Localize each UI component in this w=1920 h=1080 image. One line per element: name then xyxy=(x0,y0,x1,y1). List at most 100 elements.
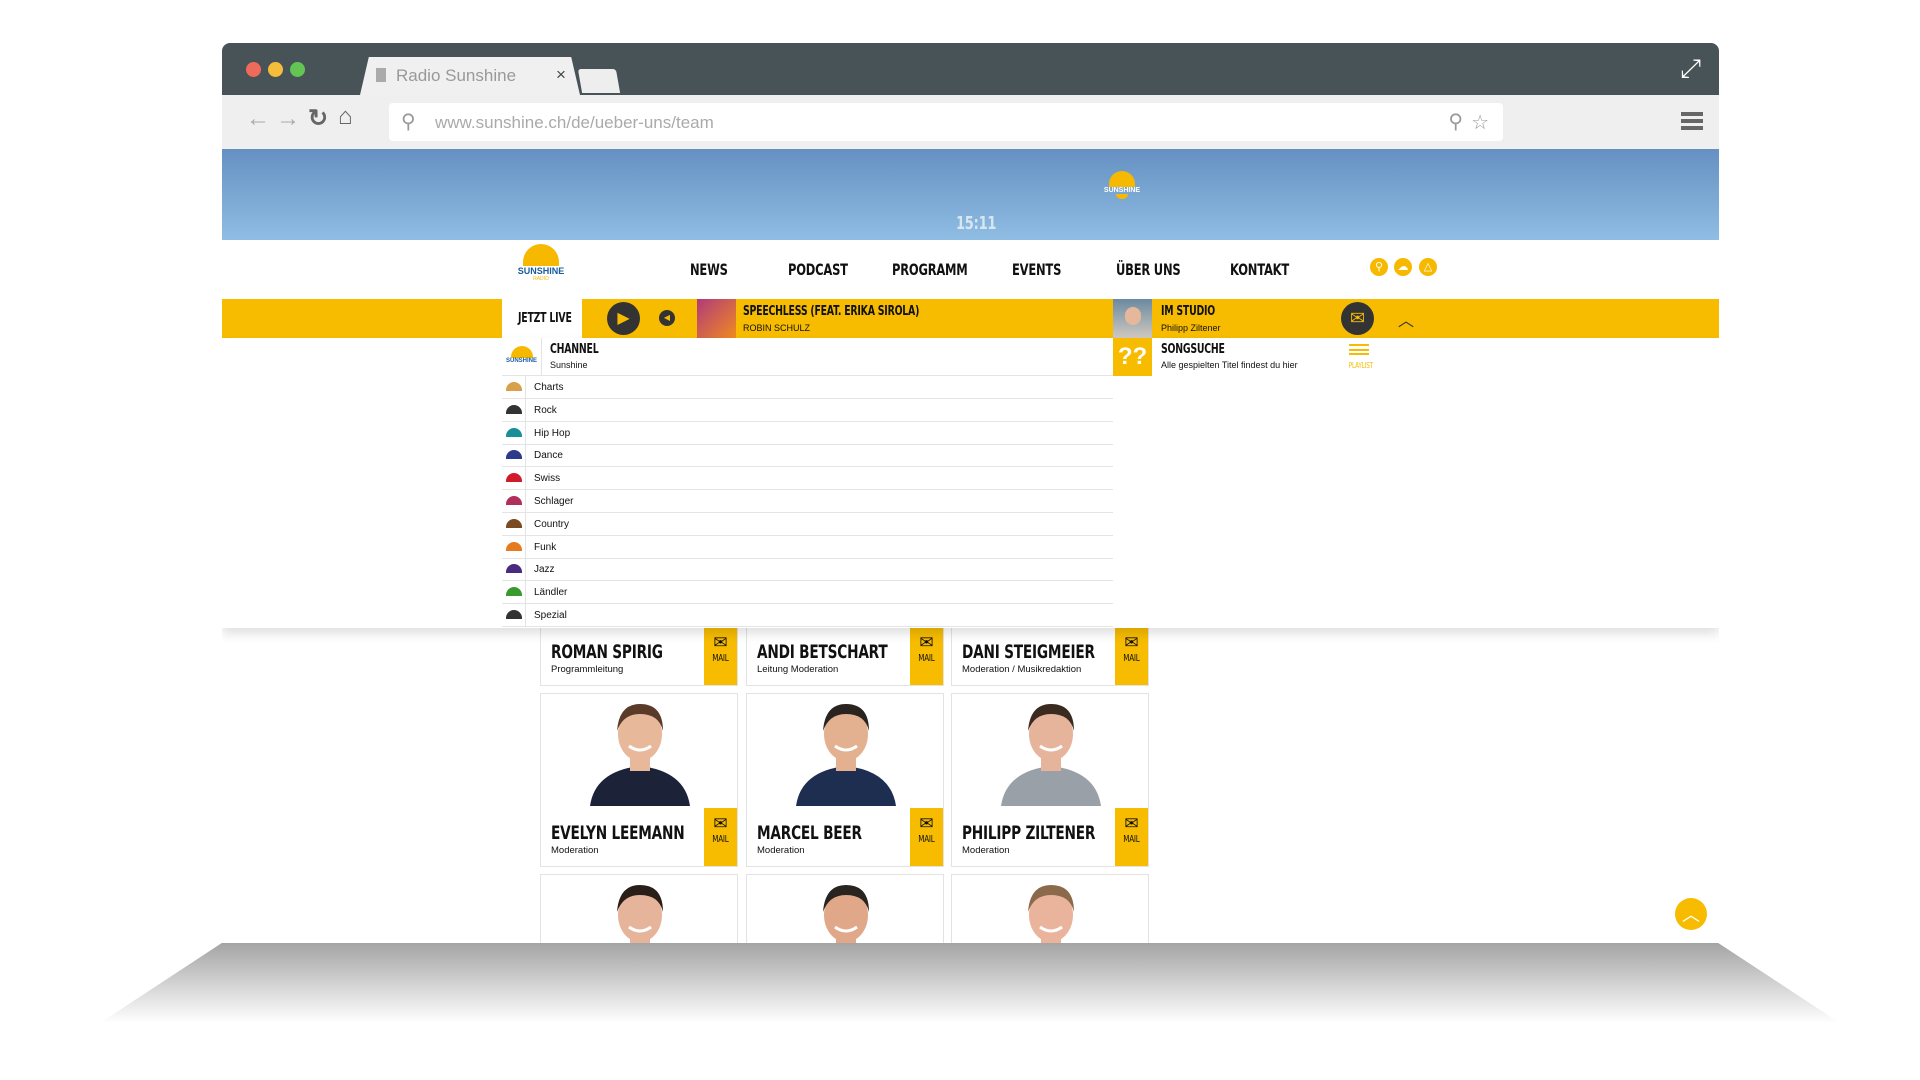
channel-item[interactable]: Spezial xyxy=(502,604,1113,627)
mail-button[interactable]: ✉ MAIL xyxy=(1115,808,1148,866)
channel-logo-icon xyxy=(502,467,526,490)
forward-icon[interactable]: → xyxy=(276,105,300,133)
studio-mail-button[interactable]: ✉ xyxy=(1341,302,1374,335)
team-member-name: PHILIPP ZILTENER xyxy=(962,822,1096,844)
minimize-window-button[interactable] xyxy=(268,62,283,77)
scroll-to-top-button[interactable]: ︿ xyxy=(1675,898,1707,930)
mail-label: MAIL xyxy=(1123,653,1140,664)
envelope-icon: ✉ xyxy=(713,633,728,652)
song-title: SPEECHLESS (FEAT. ERIKA SIROLA) xyxy=(743,304,920,319)
nav-news[interactable]: NEWS xyxy=(690,260,728,279)
channel-logo-icon xyxy=(502,490,526,512)
channel-item[interactable]: Schlager xyxy=(502,490,1113,513)
playlist-button[interactable]: PLAYLIST xyxy=(1344,344,1374,373)
channel-item[interactable]: Rock xyxy=(502,398,1113,422)
channel-logo-icon xyxy=(502,512,526,535)
close-window-button[interactable] xyxy=(246,62,261,77)
mail-button[interactable]: ✉ MAIL xyxy=(704,627,737,685)
home-icon[interactable]: ⌂ xyxy=(338,103,353,131)
nav-podcast[interactable]: PODCAST xyxy=(788,260,848,279)
team-member-role: Moderation xyxy=(757,845,805,856)
channel-label: Rock xyxy=(534,404,557,416)
nav-kontakt[interactable]: KONTAKT xyxy=(1230,260,1289,279)
menu-icon[interactable] xyxy=(1681,112,1703,130)
mail-button[interactable]: ✉ MAIL xyxy=(1115,627,1148,685)
weather-icon[interactable]: ☁ xyxy=(1394,258,1412,276)
search-icon[interactable]: ⚲ xyxy=(1370,258,1388,276)
team-card: EVELYN LEEMANN Moderation ✉ MAIL xyxy=(540,693,738,867)
team-card xyxy=(746,874,944,943)
channel-logo-icon xyxy=(502,581,526,604)
channel-current-name: Sunshine xyxy=(550,360,588,370)
volume-icon[interactable]: ◀ xyxy=(659,310,675,326)
mail-button[interactable]: ✉ MAIL xyxy=(910,808,943,866)
team-card xyxy=(540,874,738,943)
nav-programm[interactable]: PROGRAMM xyxy=(892,260,968,279)
team-member-photo xyxy=(1001,704,1101,806)
traffic-warning-icon[interactable]: △ xyxy=(1419,258,1437,276)
maximize-window-button[interactable] xyxy=(290,62,305,77)
tab-close-button[interactable]: × xyxy=(556,65,566,85)
channel-item[interactable]: Charts xyxy=(502,376,1113,399)
hero-banner: SUNSHINE 15:11 xyxy=(222,149,1719,240)
mail-label: MAIL xyxy=(918,834,935,845)
team-member-photo xyxy=(823,885,869,943)
channel-current[interactable]: SUNSHINE CHANNEL Sunshine xyxy=(502,338,1113,376)
tab-radio-sunshine[interactable]: Radio Sunshine × xyxy=(360,57,580,95)
zoom-icon[interactable]: ⚲ xyxy=(1448,109,1463,134)
channel-logo-icon xyxy=(502,421,526,444)
team-member-role: Moderation xyxy=(551,845,599,856)
mail-button[interactable]: ✉ MAIL xyxy=(910,627,943,685)
team-member-role: Moderation xyxy=(962,845,1010,856)
song-artist: ROBIN SCHULZ xyxy=(743,323,811,333)
team-member-photo xyxy=(590,704,690,806)
channel-item[interactable]: Jazz xyxy=(502,558,1113,582)
studio-host-name: Philipp Ziltener xyxy=(1161,323,1221,333)
bookmark-star-icon[interactable]: ☆ xyxy=(1471,110,1489,135)
channel-logo-icon xyxy=(502,558,526,581)
address-bar[interactable]: ⚲ www.sunshine.ch/de/ueber-uns/team ⚲ ☆ xyxy=(389,103,1503,141)
site-logo[interactable]: SUNSHINE RADIO xyxy=(512,244,570,296)
reload-icon[interactable]: ↻ xyxy=(308,104,328,133)
team-card: MARCEL BEER Moderation ✉ MAIL xyxy=(746,693,944,867)
clock-time: 15:11 xyxy=(956,213,997,234)
jetzt-live-tab[interactable]: JETZT LIVE xyxy=(502,299,582,338)
collapse-chevron-icon[interactable]: ︿ xyxy=(1398,307,1414,331)
songsuche-subtitle: Alle gespielten Titel findest du hier xyxy=(1161,360,1298,370)
url-text: www.sunshine.ch/de/ueber-uns/team xyxy=(435,113,714,132)
playlist-label: PLAYLIST xyxy=(1348,361,1373,370)
fullscreen-icon[interactable]: ⤢ xyxy=(1680,53,1701,85)
channel-item[interactable]: Swiss xyxy=(502,467,1113,491)
channel-label: Country xyxy=(534,518,570,530)
channel-logo-icon xyxy=(502,444,526,467)
team-member-photo xyxy=(1028,885,1074,943)
channel-item[interactable]: Funk xyxy=(502,535,1113,559)
songsuche-title[interactable]: SONGSUCHE xyxy=(1161,342,1225,357)
mail-button[interactable]: ✉ MAIL xyxy=(704,808,737,866)
play-button[interactable]: ▶ xyxy=(607,302,640,335)
channel-item[interactable]: Dance xyxy=(502,444,1113,468)
envelope-icon: ✉ xyxy=(1124,633,1139,652)
browser-window: Radio Sunshine × ⤢ ← → ↻ ⌂ ⚲ www.sunshin… xyxy=(222,43,1719,943)
team-member-role: Leitung Moderation xyxy=(757,664,839,675)
channel-logo-icon xyxy=(502,535,526,558)
channel-item[interactable]: Ländler xyxy=(502,581,1113,605)
tab-title: Radio Sunshine xyxy=(396,66,517,85)
live-player-bar: JETZT LIVE ▶ ◀ SPEECHLESS (FEAT. ERIKA S… xyxy=(222,299,1719,338)
team-member-photo xyxy=(796,704,896,806)
team-member-name: DANI STEIGMEIER xyxy=(962,641,1095,663)
team-member-role: Moderation / Musikredaktion xyxy=(962,664,1082,675)
channel-item[interactable]: Country xyxy=(502,512,1113,536)
new-tab-button[interactable] xyxy=(577,69,621,93)
back-icon[interactable]: ← xyxy=(246,105,270,133)
nav-ueber-uns[interactable]: ÜBER UNS xyxy=(1116,260,1181,279)
channel-label: Dance xyxy=(534,450,563,462)
mail-label: MAIL xyxy=(1123,834,1140,845)
team-card: PHILIPP ZILTENER Moderation ✉ MAIL xyxy=(951,693,1149,867)
channel-logo-icon xyxy=(502,376,526,398)
page-icon xyxy=(376,68,386,82)
team-member-name: ANDI BETSCHART xyxy=(757,641,888,663)
nav-events[interactable]: EVENTS xyxy=(1012,260,1061,279)
browser-shadow xyxy=(100,943,1840,1023)
channel-item[interactable]: Hip Hop xyxy=(502,421,1113,445)
